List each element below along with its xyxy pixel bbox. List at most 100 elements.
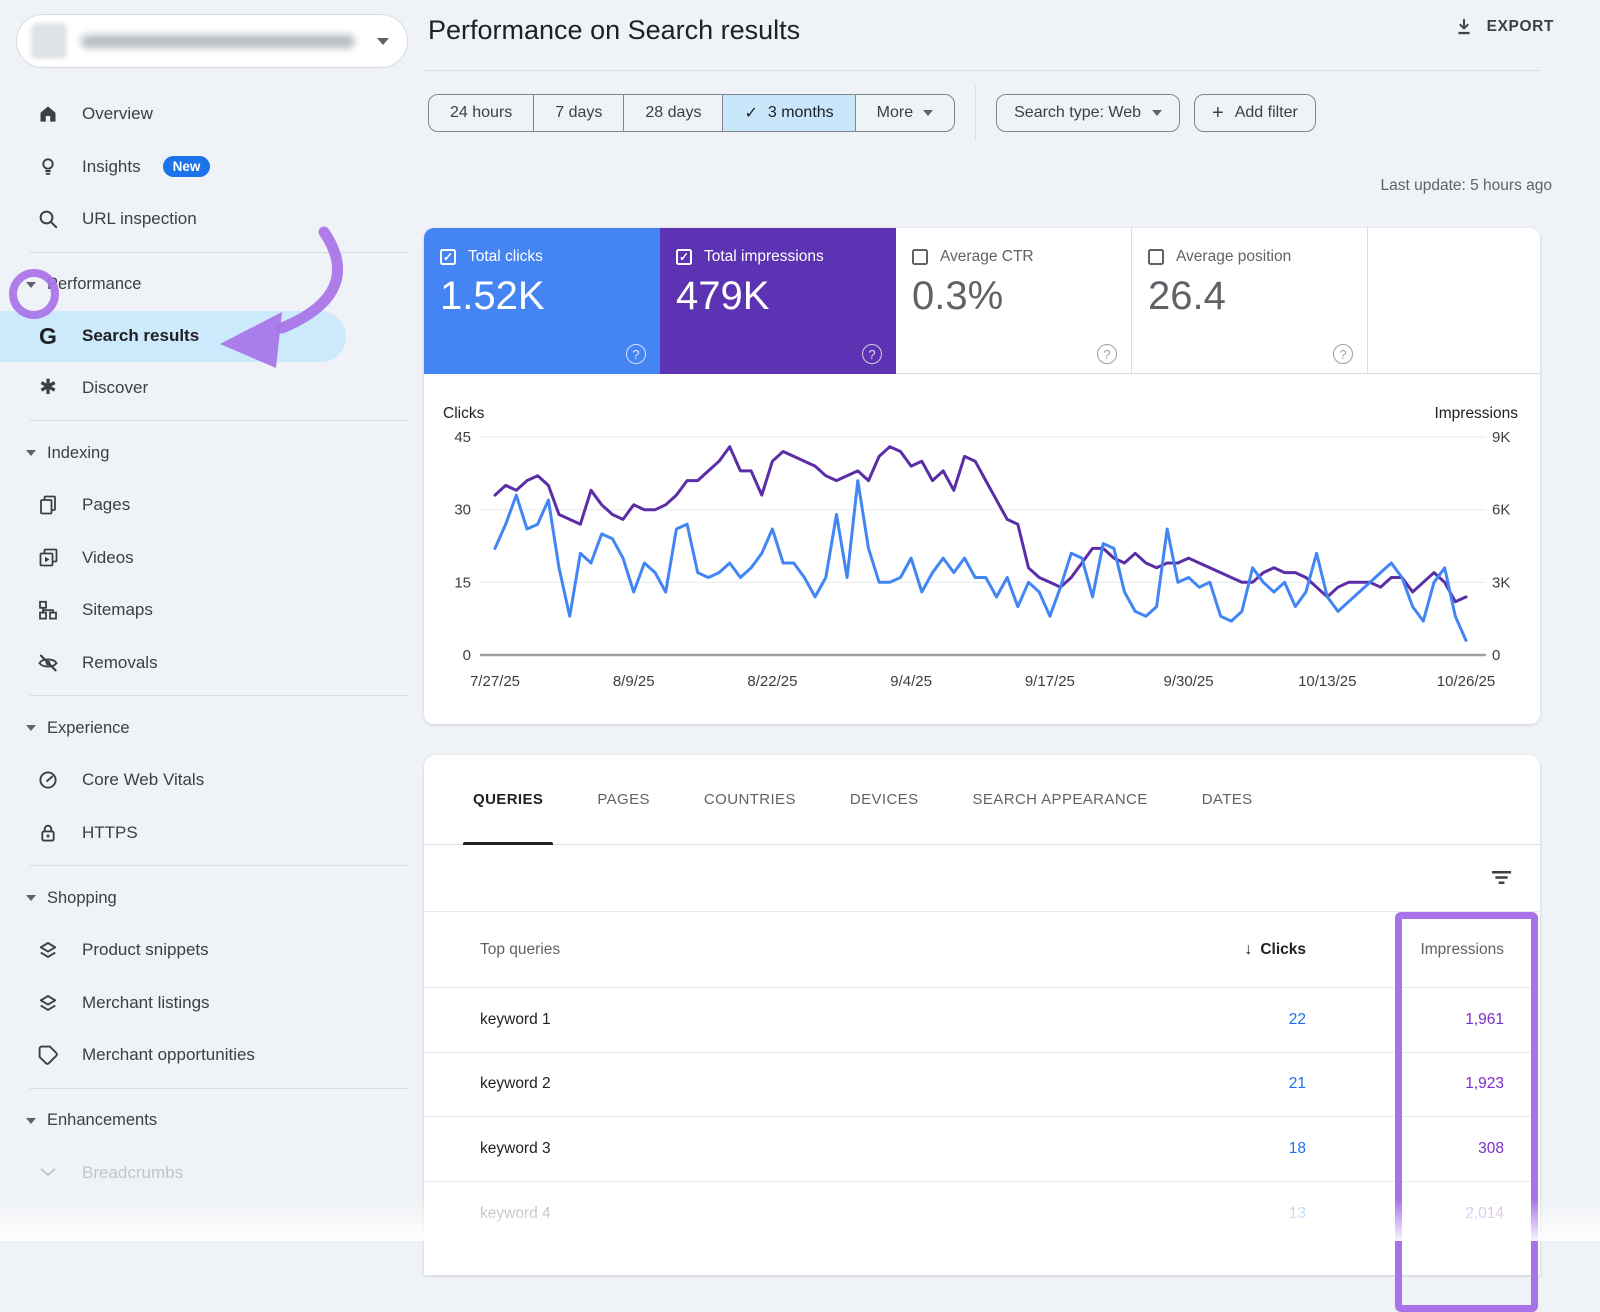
sidebar-item-core-web-vitals[interactable]: Core Web Vitals — [0, 754, 424, 807]
page-title: Performance on Search results — [428, 15, 800, 46]
sidebar-item-sitemaps[interactable]: Sitemaps — [0, 584, 424, 637]
chevron-down-icon — [26, 725, 36, 731]
sidebar-item-product-snippets[interactable]: Product snippets — [0, 924, 424, 977]
clicks-cell[interactable]: 13 — [1106, 1205, 1342, 1223]
sidebar-item-label: Core Web Vitals — [82, 770, 204, 790]
lightbulb-icon — [36, 155, 60, 179]
sidebar-item-pages[interactable]: Pages — [0, 479, 424, 532]
sidebar-item-url-inspection[interactable]: URL inspection — [0, 193, 424, 246]
download-icon — [1453, 16, 1475, 38]
add-filter-chip[interactable]: + Add filter — [1194, 94, 1316, 132]
cards-spacer — [1368, 228, 1540, 373]
average-position-card[interactable]: Average position 26.4 ? — [1132, 228, 1368, 374]
sidebar-item-insights[interactable]: Insights New — [0, 141, 424, 194]
lock-icon — [36, 821, 60, 845]
chart-canvas[interactable]: 459K306K153K007/27/258/9/258/22/259/4/25… — [424, 374, 1540, 724]
discover-icon: ✱ — [36, 376, 60, 400]
dimension-tabs: QUERIES PAGES COUNTRIES DEVICES SEARCH A… — [424, 755, 1540, 845]
clicks-cell[interactable]: 21 — [1106, 1075, 1342, 1093]
table-row[interactable]: keyword 3 18 308 — [424, 1117, 1540, 1182]
tab-search-appearance[interactable]: SEARCH APPEARANCE — [955, 755, 1166, 845]
help-icon[interactable]: ? — [862, 344, 882, 364]
clicks-cell[interactable]: 22 — [1106, 1011, 1342, 1029]
table-row[interactable]: keyword 1 22 1,961 — [424, 988, 1540, 1053]
checkbox-unchecked-icon[interactable] — [912, 249, 928, 265]
range-3-months-selected[interactable]: ✓ 3 months — [722, 95, 854, 131]
divider — [30, 252, 408, 253]
check-icon: ✓ — [744, 103, 757, 123]
chevron-down-icon — [26, 450, 36, 456]
column-clicks-sorted[interactable]: ↓Clicks — [1106, 941, 1342, 959]
svg-text:8/22/25: 8/22/25 — [747, 673, 797, 690]
svg-text:30: 30 — [454, 502, 471, 519]
sidebar-item-label: HTTPS — [82, 823, 138, 843]
svg-text:6K: 6K — [1492, 502, 1510, 519]
metric-value: 1.52K — [440, 274, 660, 319]
google-g-icon: G — [36, 324, 60, 348]
divider — [30, 695, 408, 696]
layers-icon — [36, 991, 60, 1015]
sidebar-section-indexing[interactable]: Indexing — [0, 427, 424, 479]
sidebar-item-search-results[interactable]: G Search results — [0, 311, 346, 362]
sidebar-item-https[interactable]: HTTPS — [0, 807, 424, 860]
table-row[interactable]: keyword 4 13 2,014 — [424, 1182, 1540, 1247]
average-ctr-card[interactable]: Average CTR 0.3% ? — [896, 228, 1132, 374]
checkbox-checked-icon[interactable]: ✓ — [440, 249, 456, 265]
checkbox-checked-icon[interactable]: ✓ — [676, 249, 692, 265]
sidebar-item-discover[interactable]: ✱ Discover — [0, 362, 424, 415]
help-icon[interactable]: ? — [626, 344, 646, 364]
sidebar-section-enhancements[interactable]: Enhancements — [0, 1095, 424, 1147]
query-cell: keyword 1 — [424, 1011, 1106, 1029]
section-label: Performance — [47, 275, 141, 294]
svg-text:10/13/25: 10/13/25 — [1298, 673, 1356, 690]
range-7-days[interactable]: 7 days — [533, 95, 623, 131]
property-selector[interactable] — [16, 14, 408, 68]
tab-devices[interactable]: DEVICES — [832, 755, 937, 845]
sidebar-item-removals[interactable]: Removals — [0, 637, 424, 690]
impressions-cell: 1,923 — [1342, 1075, 1540, 1093]
help-icon[interactable]: ? — [1333, 344, 1353, 364]
sidebar-item-videos[interactable]: Videos — [0, 532, 424, 585]
section-label: Experience — [47, 719, 130, 738]
range-24-hours[interactable]: 24 hours — [429, 95, 533, 131]
query-cell: keyword 4 — [424, 1205, 1106, 1223]
column-top-queries[interactable]: Top queries — [424, 941, 1106, 959]
column-impressions[interactable]: Impressions — [1342, 941, 1540, 959]
export-button[interactable]: EXPORT — [1453, 16, 1554, 38]
sidebar-item-label: Sitemaps — [82, 600, 153, 620]
clicks-cell[interactable]: 18 — [1106, 1140, 1342, 1158]
table-toolbar — [424, 845, 1540, 911]
tab-pages[interactable]: PAGES — [579, 755, 668, 845]
filter-list-icon[interactable] — [1489, 865, 1514, 890]
sidebar-item-merchant-opportunities[interactable]: Merchant opportunities — [0, 1029, 424, 1082]
tab-dates[interactable]: DATES — [1184, 755, 1271, 845]
range-28-days[interactable]: 28 days — [623, 95, 722, 131]
help-icon[interactable]: ? — [1097, 344, 1117, 364]
tab-queries[interactable]: QUERIES — [455, 755, 561, 845]
sidebar-section-performance[interactable]: Performance — [0, 259, 424, 311]
sidebar-item-breadcrumbs[interactable]: Breadcrumbs — [0, 1147, 424, 1200]
sidebar-item-merchant-listings[interactable]: Merchant listings — [0, 977, 424, 1030]
total-clicks-card[interactable]: ✓ Total clicks 1.52K ? — [424, 228, 660, 374]
sidebar-item-overview[interactable]: Overview — [0, 88, 424, 141]
svg-text:9K: 9K — [1492, 429, 1510, 446]
svg-text:3K: 3K — [1492, 574, 1510, 591]
tab-countries[interactable]: COUNTRIES — [686, 755, 814, 845]
metric-label: Total impressions — [704, 248, 824, 266]
sidebar-section-shopping[interactable]: Shopping — [0, 872, 424, 924]
svg-text:9/30/25: 9/30/25 — [1164, 673, 1214, 690]
svg-text:45: 45 — [454, 429, 471, 446]
range-more-dropdown[interactable]: More — [855, 95, 954, 131]
table-row[interactable]: keyword 2 21 1,923 — [424, 1053, 1540, 1118]
section-label: Indexing — [47, 444, 109, 463]
total-impressions-card[interactable]: ✓ Total impressions 479K ? — [660, 228, 896, 374]
svg-text:0: 0 — [1492, 647, 1500, 664]
checkbox-unchecked-icon[interactable] — [1148, 249, 1164, 265]
filter-bar: 24 hours 7 days 28 days ✓ 3 months More … — [428, 94, 1316, 132]
export-label: EXPORT — [1487, 18, 1554, 36]
sidebar-item-label: URL inspection — [82, 209, 197, 229]
last-update-text: Last update: 5 hours ago — [1381, 177, 1553, 195]
sidebar-section-experience[interactable]: Experience — [0, 702, 424, 754]
sidebar-item-label: Pages — [82, 495, 130, 515]
search-type-chip[interactable]: Search type: Web — [996, 94, 1180, 132]
